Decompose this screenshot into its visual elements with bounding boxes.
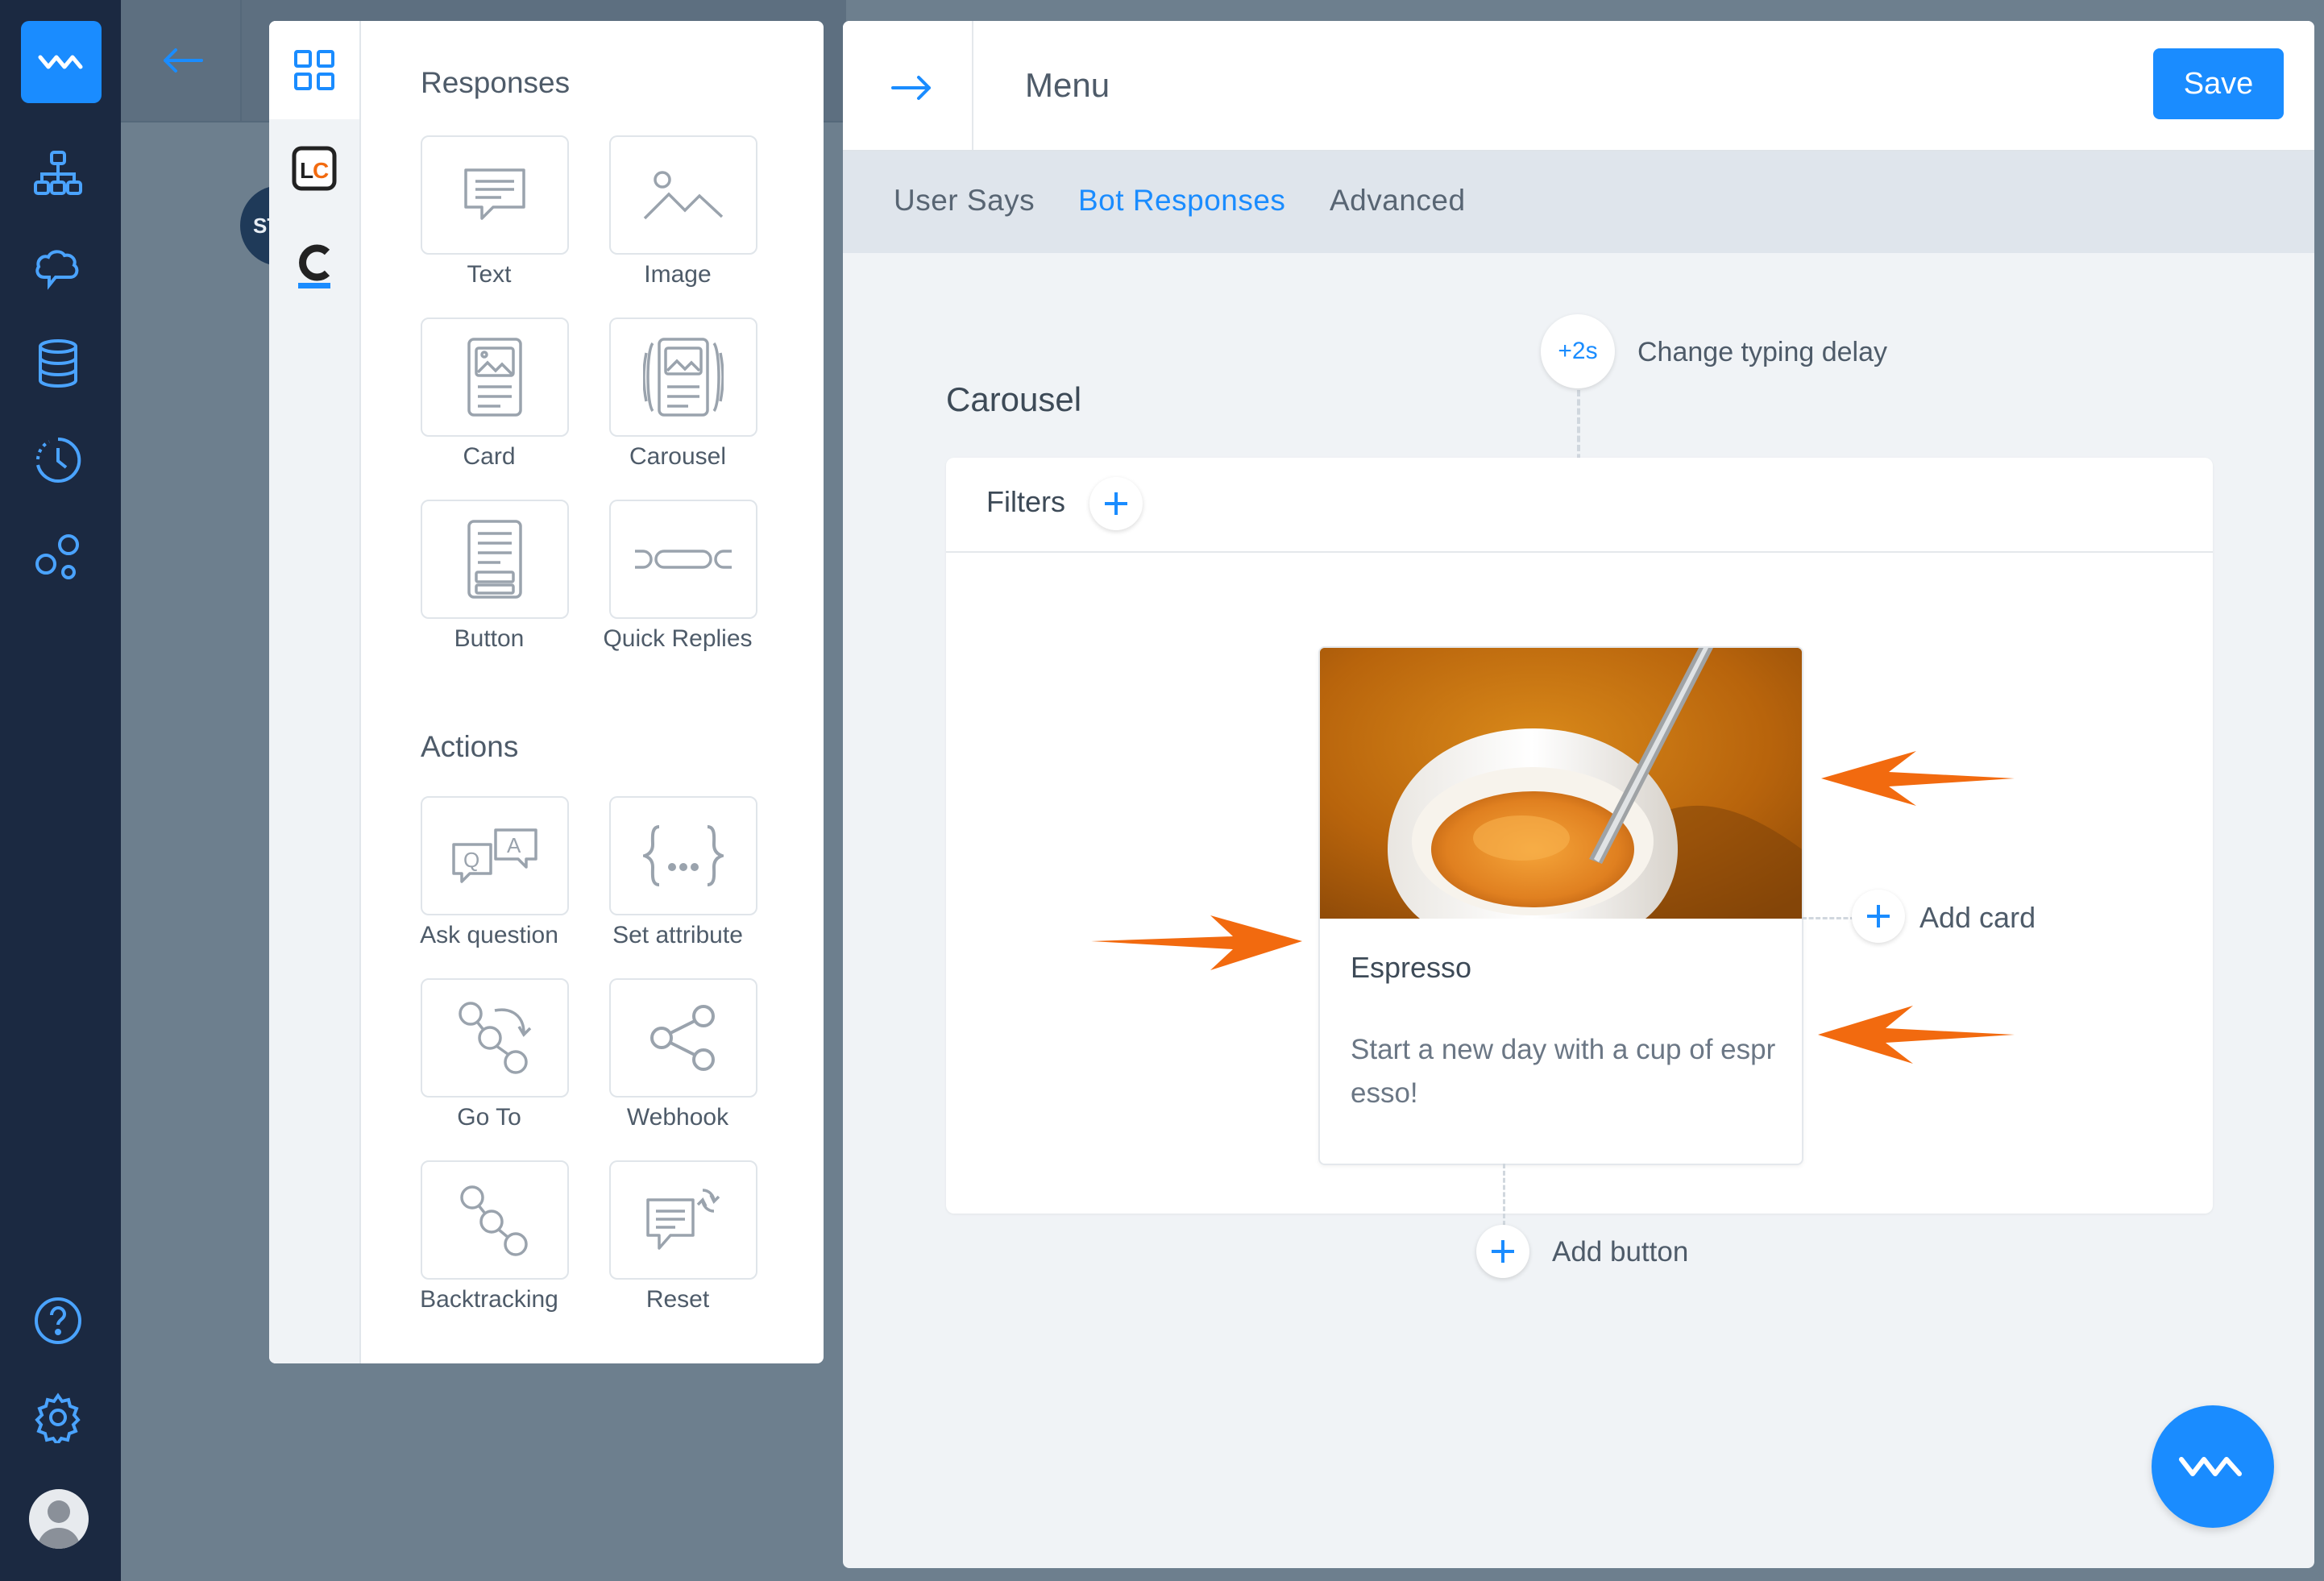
filters-label: Filters (986, 485, 1065, 518)
quick-replies-icon (635, 550, 732, 569)
carousel-response: Filters Espresso Start a new day with a … (946, 458, 2213, 1278)
ask-question-tile[interactable]: QA (421, 796, 569, 915)
connector-line (1802, 917, 1855, 919)
logo-wave-icon[interactable] (21, 21, 102, 103)
arrow-annotation-icon (1821, 751, 2015, 806)
responses-title: Responses (421, 66, 571, 99)
image-tile-label: Image (644, 261, 712, 288)
arrow-annotation-icon (1091, 915, 1302, 970)
button-tile-label: Button (454, 625, 525, 652)
image-tile[interactable] (609, 135, 757, 255)
svg-text:A: A (507, 833, 521, 857)
tab-user-says[interactable]: User Says (894, 184, 1035, 218)
carousel-card[interactable]: Espresso Start a new day with a cup of e… (1318, 646, 1803, 1165)
set-attribute-tile[interactable] (609, 796, 757, 915)
webhook-tile-label: Webhook (626, 1104, 729, 1131)
text-tile-label: Text (467, 261, 512, 288)
clock-history-icon[interactable] (28, 430, 88, 490)
card-icon (467, 338, 522, 417)
button-icon (467, 520, 522, 599)
typing-delay-label[interactable]: Change typing delay (1637, 337, 1887, 368)
quick-replies-tile-label: Quick Replies (603, 625, 753, 652)
reset-tile-label: Reset (645, 1286, 710, 1313)
carousel-icon (643, 338, 724, 417)
block-editor: Menu Save User Says Bot Responses Advanc… (843, 21, 2314, 1568)
plus-icon (1867, 905, 1890, 927)
typing-delay-button[interactable]: +2s (1541, 314, 1615, 388)
block-palette: LC Responses Text Image Card Carousel Bu… (269, 21, 824, 1363)
carousel-tile[interactable] (609, 317, 757, 437)
avatar[interactable] (29, 1489, 89, 1549)
save-button[interactable]: Save (2153, 48, 2284, 119)
button-tile[interactable] (421, 500, 569, 619)
reset-icon (646, 1189, 720, 1250)
card-subtitle[interactable]: Start a new day with a cup of espresso! (1351, 1028, 1778, 1115)
qa-icon: QA (452, 828, 537, 883)
svg-text:L: L (300, 158, 313, 183)
livechat-lc-icon[interactable]: LC (269, 119, 359, 218)
settings-icon[interactable] (28, 1388, 88, 1447)
add-button-label[interactable]: Add button (1552, 1236, 1688, 1268)
collapse-arrow-icon[interactable] (883, 60, 940, 116)
goto-icon (459, 1002, 532, 1074)
card-tile-label: Card (463, 443, 516, 470)
backtracking-tile-label: Backtracking (420, 1286, 558, 1313)
backtracking-icon (460, 1185, 528, 1256)
chatbot-c-icon[interactable] (269, 218, 359, 316)
bubbles-icon[interactable] (28, 527, 88, 587)
share-icon (650, 1005, 715, 1071)
cloud-brain-icon[interactable] (28, 239, 88, 298)
card-title[interactable]: Espresso (1351, 951, 1471, 985)
carousel-tile-label: Carousel (629, 443, 727, 470)
svg-text:C: C (313, 158, 329, 183)
editor-header: Menu Save (843, 21, 2314, 151)
arrow-annotation-icon (1818, 1006, 2015, 1064)
braces-icon (643, 825, 724, 886)
image-icon (643, 171, 724, 220)
ask-question-tile-label: Ask question (420, 922, 558, 948)
add-button-button[interactable] (1476, 1225, 1529, 1278)
go-to-tile[interactable] (421, 978, 569, 1098)
response-type-title: Carousel (946, 380, 1082, 418)
filters-row: Filters (946, 458, 2213, 553)
add-card-button[interactable] (1852, 890, 1905, 943)
tab-bot-responses[interactable]: Bot Responses (1078, 184, 1285, 218)
back-arrow-icon[interactable] (155, 32, 211, 89)
plus-icon (1492, 1240, 1514, 1263)
database-icon[interactable] (28, 334, 88, 393)
svg-text:Q: Q (463, 848, 479, 872)
backtracking-tile[interactable] (421, 1160, 569, 1280)
header-divider (972, 21, 973, 150)
tab-advanced[interactable]: Advanced (1330, 184, 1466, 218)
go-to-tile-label: Go To (457, 1104, 521, 1131)
set-attribute-tile-label: Set attribute (612, 922, 743, 948)
card-tile[interactable] (421, 317, 569, 437)
logo-wave-icon (2179, 1457, 2242, 1476)
card-image[interactable] (1320, 648, 1802, 919)
quick-replies-tile[interactable] (609, 500, 757, 619)
add-card-label[interactable]: Add card (1919, 901, 2036, 935)
palette-tabs: LC (269, 21, 361, 1363)
flow-tree-icon[interactable] (28, 143, 88, 203)
reset-tile[interactable] (609, 1160, 757, 1280)
add-filter-button[interactable] (1089, 477, 1143, 530)
editor-tabs: User Says Bot Responses Advanced (843, 151, 2314, 253)
background-divider (240, 0, 242, 121)
grid-icon[interactable] (269, 21, 359, 119)
block-title[interactable]: Menu (1025, 66, 1110, 105)
chat-widget-button[interactable] (2152, 1405, 2274, 1528)
text-tile[interactable] (421, 135, 569, 255)
plus-icon (1105, 492, 1127, 515)
help-icon[interactable] (28, 1291, 88, 1351)
webhook-tile[interactable] (609, 978, 757, 1098)
text-message-icon (464, 168, 525, 220)
app-sidebar (0, 0, 121, 1581)
actions-title: Actions (421, 730, 519, 763)
